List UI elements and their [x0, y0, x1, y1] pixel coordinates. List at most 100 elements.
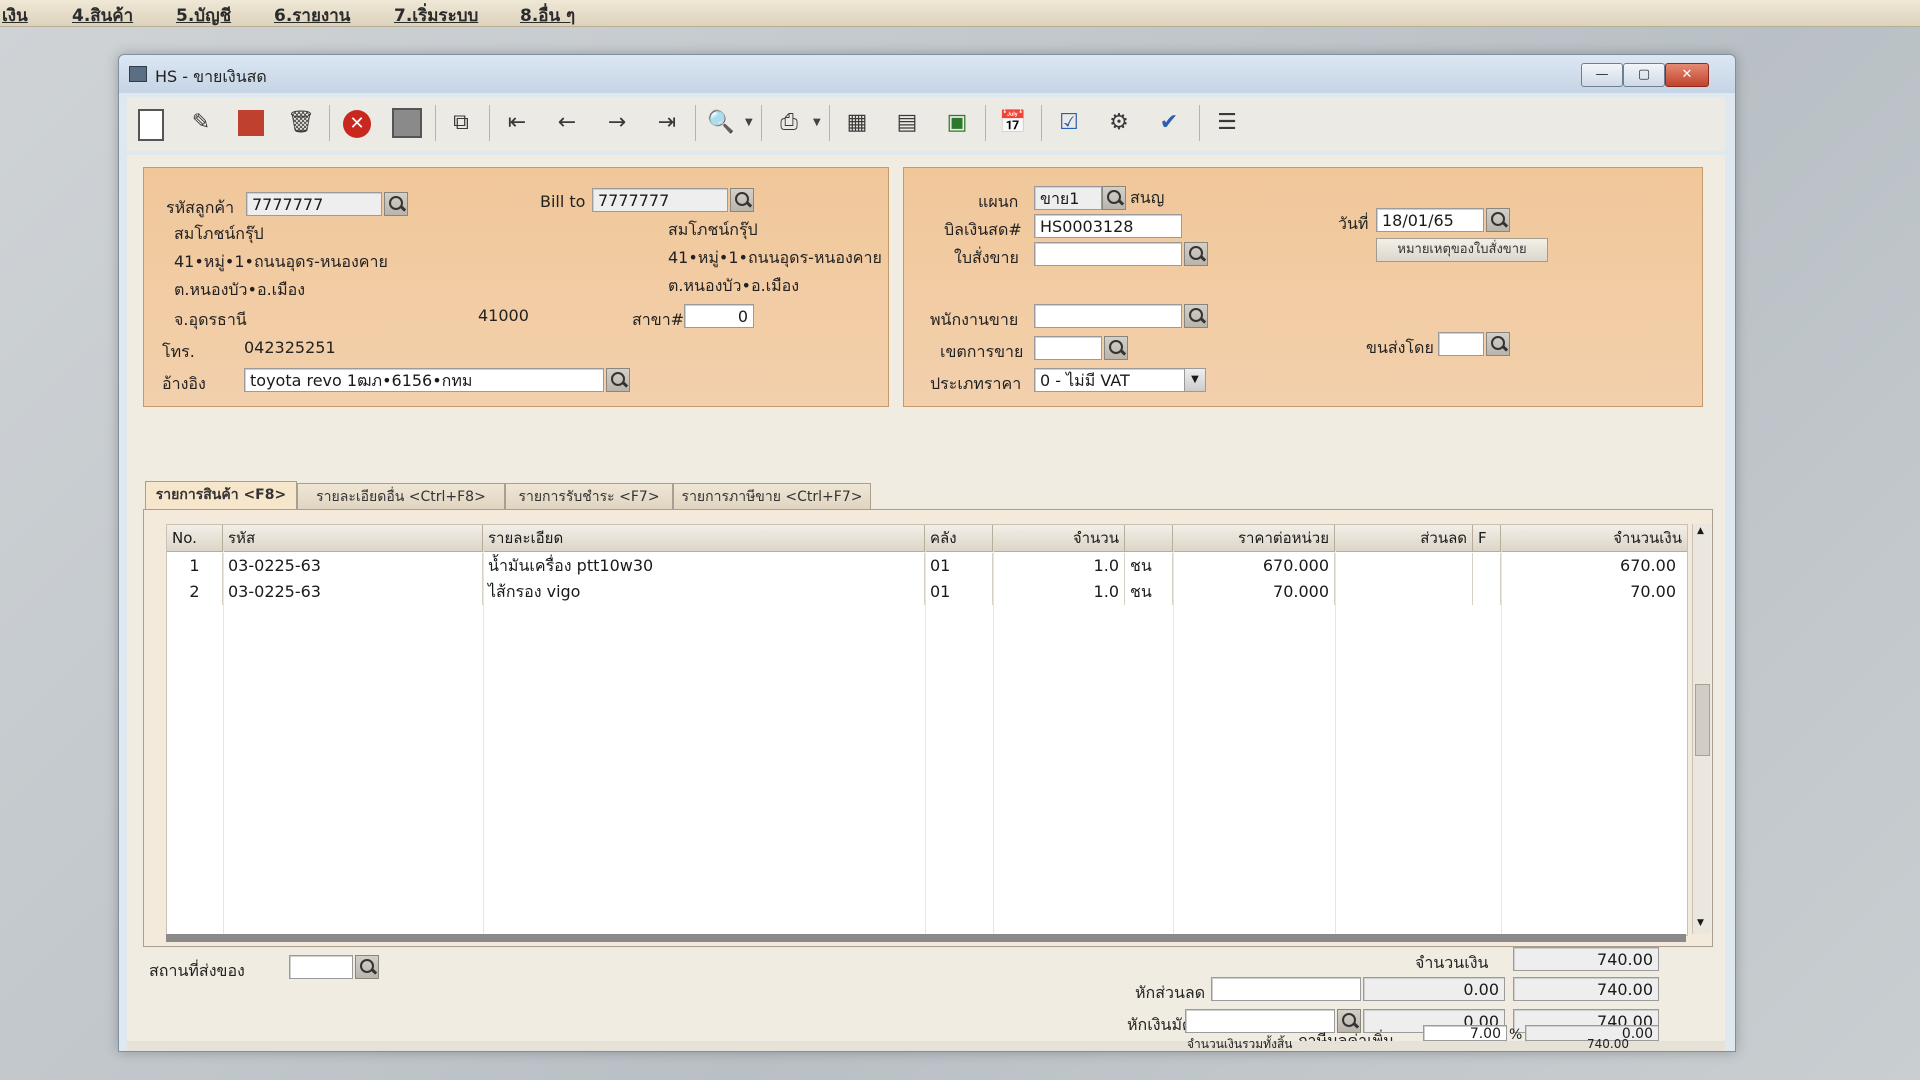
close-button[interactable]: ✕ [1665, 63, 1709, 87]
tab-items[interactable]: รายการสินค้า <F8> [145, 481, 297, 511]
void-button[interactable] [231, 103, 271, 143]
scroll-up-icon[interactable]: ▲ [1697, 526, 1704, 536]
settings-button[interactable]: ☰ [1207, 103, 1247, 143]
calendar-icon: 📅 [999, 110, 1027, 135]
col-header-description[interactable]: รายละเอียด [483, 525, 925, 551]
reference-search-button[interactable] [606, 368, 630, 392]
customer-code-label: รหัสลูกค้า [166, 198, 235, 217]
approve-icon: ☑ [1059, 110, 1079, 135]
print-dropdown-icon[interactable]: ▼ [813, 117, 821, 128]
table-row[interactable]: 1 03-0225-63 น้ำมันเครื่อง ptt10w30 01 1… [167, 553, 1687, 579]
customer-code-field[interactable]: 7777777 [246, 192, 382, 216]
ok-icon: ✔ [1159, 110, 1179, 135]
edit-icon: ✎ [191, 110, 211, 135]
shipping-field[interactable] [1438, 332, 1484, 356]
vat-rate-field[interactable]: 7.00 [1423, 1025, 1507, 1041]
sales-order-search-button[interactable] [1184, 242, 1208, 266]
col-header-warehouse[interactable]: คลัง [925, 525, 993, 551]
app-icon [129, 66, 147, 82]
calendar-button[interactable]: 📅 [993, 103, 1033, 143]
menu-item-reports[interactable]: 6.รายงาน [274, 2, 350, 29]
ship-place-search-button[interactable] [355, 955, 379, 979]
calculator-button[interactable]: ▦ [837, 103, 877, 143]
bill-number-label: บิลเงินสด# [944, 220, 1022, 239]
tab-other-details[interactable]: รายละเอียดอื่น <Ctrl+F8> [297, 483, 505, 510]
previous-record-button[interactable]: ← [547, 103, 587, 143]
first-record-button[interactable]: ⇤ [497, 103, 537, 143]
cancel-button[interactable]: ✕ [337, 103, 377, 143]
col-header-amount[interactable]: จำนวนเงิน [1501, 525, 1687, 551]
col-header-unit-price[interactable]: ราคาต่อหน่วย [1173, 525, 1335, 551]
menu-item-accounts[interactable]: 5.บัญชี [176, 2, 231, 29]
customer-province: จ.อุดรธานี [174, 310, 247, 329]
print-button[interactable]: ⎙ [769, 103, 809, 143]
grid-horizontal-scrollbar[interactable] [166, 934, 1686, 942]
item-description: น้ำมันเครื่อง ptt10w30 [483, 553, 925, 579]
find-dropdown-icon[interactable]: ▼ [745, 117, 753, 128]
billto-code-field[interactable]: 7777777 [592, 188, 728, 212]
col-header-code[interactable]: รหัส [223, 525, 483, 551]
last-record-button[interactable]: ⇥ [647, 103, 687, 143]
department-field[interactable]: ขาย1 [1034, 186, 1102, 210]
ship-place-field[interactable] [289, 955, 353, 979]
sales-order-field[interactable] [1034, 242, 1182, 266]
scrollbar-thumb[interactable] [1695, 684, 1710, 756]
find-button[interactable]: 🔍 [701, 103, 741, 143]
tools-button[interactable]: ⚙ [1099, 103, 1139, 143]
search-icon: 🔍 [707, 110, 735, 135]
col-header-unit[interactable] [1125, 525, 1173, 551]
col-header-no[interactable]: No. [167, 525, 223, 551]
shipping-search-button[interactable] [1486, 332, 1510, 356]
tab-sales-tax[interactable]: รายการภาษีขาย <Ctrl+F7> [673, 483, 871, 510]
reference-field[interactable]: toyota revo 1ฒภ•6156•กทม [244, 368, 604, 392]
bill-number-field[interactable]: HS0003128 [1034, 214, 1182, 238]
sales-area-field[interactable] [1034, 336, 1102, 360]
menu-item-others[interactable]: 8.อื่น ๆ [520, 2, 575, 29]
edit-button[interactable]: ✎ [181, 103, 221, 143]
window-titlebar[interactable]: HS - ขายเงินสด — ▢ ✕ [119, 55, 1735, 93]
billto-search-button[interactable] [730, 188, 754, 212]
next-record-button[interactable]: → [597, 103, 637, 143]
items-grid-panel: No. รหัส รายละเอียด คลัง จำนวน ราคาต่อหน… [143, 509, 1713, 947]
col-header-flag[interactable]: F [1473, 525, 1501, 551]
date-field[interactable]: 18/01/65 [1376, 208, 1484, 232]
new-button[interactable] [131, 103, 171, 143]
approve-button[interactable]: ☑ [1049, 103, 1089, 143]
scroll-down-icon[interactable]: ▼ [1697, 918, 1704, 928]
delete-button[interactable]: 🗑 [281, 103, 321, 143]
branch-field[interactable]: 0 [684, 304, 754, 328]
customer-search-button[interactable] [384, 192, 408, 216]
sales-order-note-button[interactable]: หมายเหตุของใบสั่งขาย [1376, 238, 1548, 262]
ok-button[interactable]: ✔ [1149, 103, 1189, 143]
salesperson-search-button[interactable] [1184, 304, 1208, 328]
price-type-label: ประเภทราคา [930, 374, 1022, 393]
after-discount-amount: 740.00 [1513, 977, 1659, 1001]
minimize-button[interactable]: — [1581, 63, 1623, 87]
salesperson-field[interactable] [1034, 304, 1182, 328]
save-button[interactable] [387, 103, 427, 143]
sales-area-search-button[interactable] [1104, 336, 1128, 360]
maximize-button[interactable]: ▢ [1623, 63, 1665, 87]
grid-vertical-scrollbar[interactable]: ▲ ▼ [1692, 524, 1711, 934]
salesperson-label: พนักงานขาย [930, 310, 1019, 329]
col-header-quantity[interactable]: จำนวน [993, 525, 1125, 551]
department-search-button[interactable] [1102, 186, 1126, 210]
copy-button[interactable]: ⧉ [441, 103, 481, 143]
item-flag [1473, 579, 1501, 605]
stamp-button[interactable]: ▣ [937, 103, 977, 143]
toolbar: ✎ 🗑 ✕ ⧉ ⇤ ← → ⇥ 🔍 ▼ ⎙ ▼ ▦ ▤ ▣ 📅 ☑ ⚙ ✔ ☰ [127, 97, 1725, 151]
price-type-select[interactable]: 0 - ไม่มี VAT ▼ [1034, 368, 1206, 392]
menu-item-products[interactable]: 4.สินค้า [72, 2, 133, 29]
billto-label: Bill to [540, 192, 586, 211]
tab-payments[interactable]: รายการรับชำระ <F7> [505, 483, 673, 510]
col-header-discount[interactable]: ส่วนลด [1335, 525, 1473, 551]
table-row[interactable]: 2 03-0225-63 ไส้กรอง vigo 01 1.0 ชน 70.0… [167, 579, 1687, 605]
menu-item-finance[interactable]: เงิน [2, 2, 28, 29]
discount-input[interactable] [1211, 977, 1361, 1001]
window-title: HS - ขายเงินสด [155, 67, 267, 86]
customer-address-line1: 41•หมู่•1•ถนนอุดร-หนองคาย [174, 252, 388, 271]
date-picker-button[interactable] [1486, 208, 1510, 232]
items-grid[interactable]: No. รหัส รายละเอียด คลัง จำนวน ราคาต่อหน… [166, 524, 1688, 936]
menu-item-setup[interactable]: 7.เริ่มระบบ [394, 2, 478, 29]
document-button[interactable]: ▤ [887, 103, 927, 143]
